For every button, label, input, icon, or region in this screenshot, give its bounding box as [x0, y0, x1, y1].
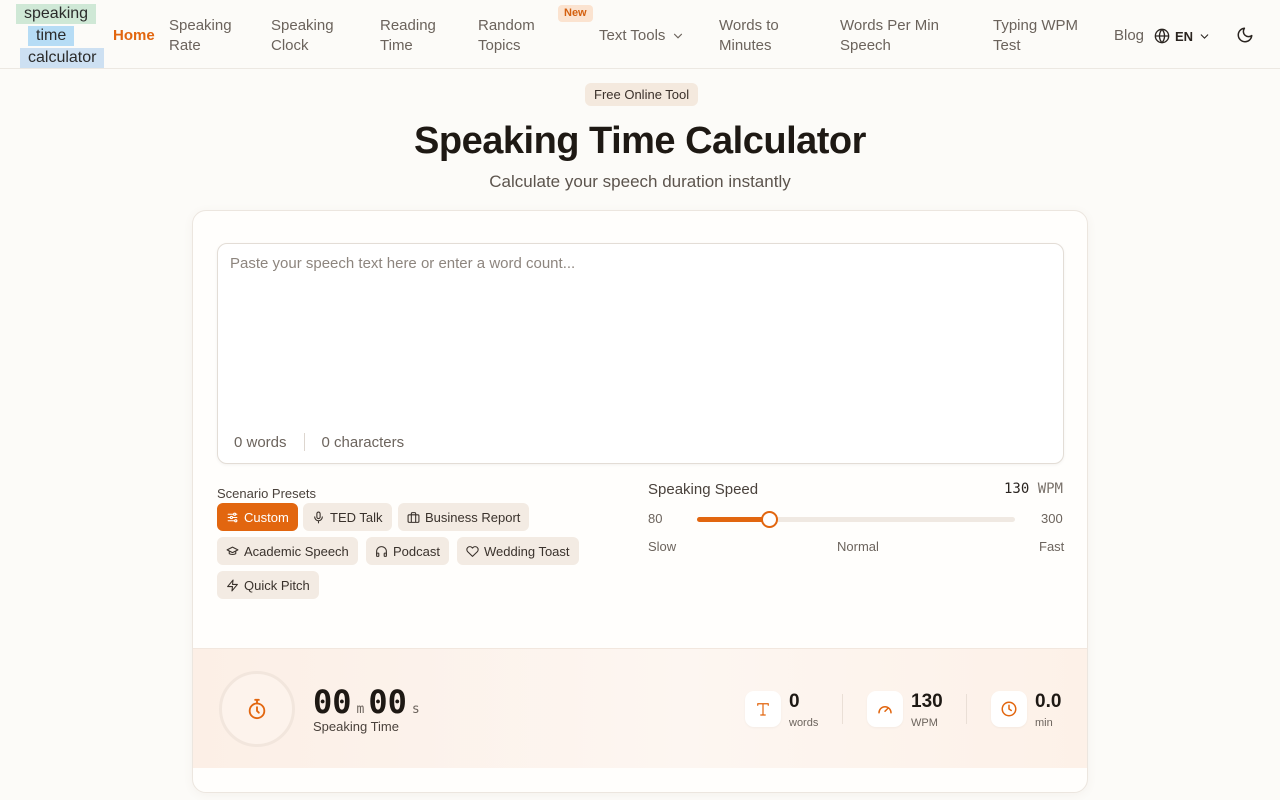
wpm-stat-unit: WPM: [911, 717, 938, 729]
preset-business-report-button[interactable]: Business Report: [398, 503, 530, 531]
speed-slider[interactable]: [697, 511, 1015, 528]
briefcase-icon: [407, 511, 420, 523]
scenario-presets-label: Scenario Presets: [217, 486, 316, 501]
character-count: 0 characters: [321, 433, 405, 451]
stopwatch-icon: [248, 698, 266, 720]
minutes-unit: m: [356, 702, 365, 717]
minutes-stat-icon-box: [991, 691, 1027, 727]
speed-normal-label: Normal: [837, 539, 879, 554]
speed-slider-thumb[interactable]: [761, 511, 779, 528]
page-title: Speaking Time Calculator: [414, 120, 866, 162]
globe-icon: [1154, 28, 1170, 44]
microphone-icon: [314, 511, 323, 523]
nav-text-tools-dropdown[interactable]: Text Tools: [599, 26, 685, 46]
words-stat-value: 0: [789, 691, 800, 712]
speed-max: 300: [1041, 511, 1063, 526]
preset-quick-pitch-button[interactable]: Quick Pitch: [217, 571, 319, 599]
result-panel: 00 m 00 s Speaking Time 0 words 130 WPM …: [193, 648, 1087, 768]
minutes-value: 00: [313, 683, 352, 721]
seconds-unit: s: [411, 702, 420, 717]
logo[interactable]: speaking time calculator: [16, 4, 116, 68]
speed-slider-fill: [697, 517, 770, 522]
nav-speaking-rate[interactable]: Speaking Rate: [169, 16, 249, 56]
preset-label: Custom: [244, 509, 289, 525]
headphones-icon: [376, 545, 387, 557]
minutes-stat-value: 0.0: [1035, 691, 1062, 712]
preset-label: Business Report: [425, 509, 521, 525]
word-count: 0 words: [234, 433, 287, 451]
lightning-icon: [227, 579, 238, 591]
nav-words-per-min-speech[interactable]: Words Per Min Speech: [840, 16, 965, 56]
nav-text-tools-label: Text Tools: [599, 27, 666, 44]
speed-number: 130: [1003, 481, 1030, 497]
preset-ted-talk-button[interactable]: TED Talk: [303, 503, 392, 531]
logo-line-1: speaking: [16, 4, 97, 24]
nav-typing-wpm-test[interactable]: Typing WPM Test: [993, 16, 1093, 56]
speech-text-input[interactable]: [218, 244, 1063, 424]
nav-speaking-clock[interactable]: Speaking Clock: [271, 16, 351, 56]
new-badge: New: [558, 5, 593, 22]
top-nav: speaking time calculator Home Speaking R…: [0, 0, 1280, 69]
speed-slow-label: Slow: [648, 539, 677, 554]
speaking-time-display: 00 m 00 s: [313, 683, 424, 721]
sliders-icon: [227, 512, 238, 522]
speaking-speed-value: 130 WPM: [983, 481, 1063, 497]
stat-divider: [842, 694, 843, 724]
preset-label: Academic Speech: [244, 543, 349, 559]
theme-toggle-button[interactable]: [1236, 26, 1256, 46]
logo-line-2: time: [28, 26, 75, 46]
moon-icon: [1237, 27, 1253, 43]
text-counts: 0 words 0 characters: [234, 433, 404, 451]
logo-line-3: calculator: [20, 48, 105, 68]
minutes-stat-unit: min: [1035, 717, 1053, 729]
preset-academic-speech-button[interactable]: Academic Speech: [217, 537, 358, 565]
free-tool-badge: Free Online Tool: [585, 83, 699, 106]
language-label: EN: [1175, 28, 1194, 44]
preset-label: Quick Pitch: [244, 577, 310, 593]
clock-icon: [1001, 701, 1017, 717]
language-selector[interactable]: EN: [1154, 26, 1211, 46]
timer-ring: [219, 671, 295, 747]
wpm-stat-value: 130: [911, 691, 943, 712]
speed-min: 80: [648, 511, 663, 526]
preset-wedding-toast-button[interactable]: Wedding Toast: [457, 537, 579, 565]
speaking-speed-label: Speaking Speed: [648, 481, 759, 498]
preset-label: TED Talk: [330, 509, 383, 525]
speed-fast-label: Fast: [1039, 539, 1065, 554]
nav-blog[interactable]: Blog: [1114, 26, 1144, 46]
seconds-value: 00: [368, 683, 407, 721]
chevron-down-icon: [1200, 33, 1209, 39]
stat-divider: [966, 694, 967, 724]
words-stat-icon-box: [745, 691, 781, 727]
speech-text-box: 0 words 0 characters: [217, 243, 1064, 464]
gauge-icon: [878, 706, 892, 714]
text-icon: [757, 703, 769, 716]
nav-home[interactable]: Home: [113, 26, 155, 46]
count-divider: [303, 433, 305, 451]
speaking-time-label: Speaking Time: [313, 719, 399, 734]
wpm-stat-icon-box: [867, 691, 903, 727]
words-stat-unit: words: [789, 717, 819, 729]
nav-words-to-minutes[interactable]: Words to Minutes: [719, 16, 809, 56]
nav-random-topics[interactable]: Random Topics: [478, 16, 548, 56]
graduation-cap-icon: [226, 546, 239, 555]
nav-reading-time[interactable]: Reading Time: [380, 16, 450, 56]
calculator-card: 0 words 0 characters Scenario Presets Cu…: [192, 210, 1088, 793]
preset-label: Wedding Toast: [484, 543, 570, 559]
preset-podcast-button[interactable]: Podcast: [366, 537, 449, 565]
preset-label: Podcast: [393, 543, 440, 559]
page-subtitle: Calculate your speech duration instantly: [489, 172, 791, 191]
chevron-down-icon: [674, 33, 683, 39]
preset-custom-button[interactable]: Custom: [217, 503, 298, 531]
heart-icon: [466, 545, 479, 557]
speed-unit: WPM: [1037, 481, 1063, 497]
